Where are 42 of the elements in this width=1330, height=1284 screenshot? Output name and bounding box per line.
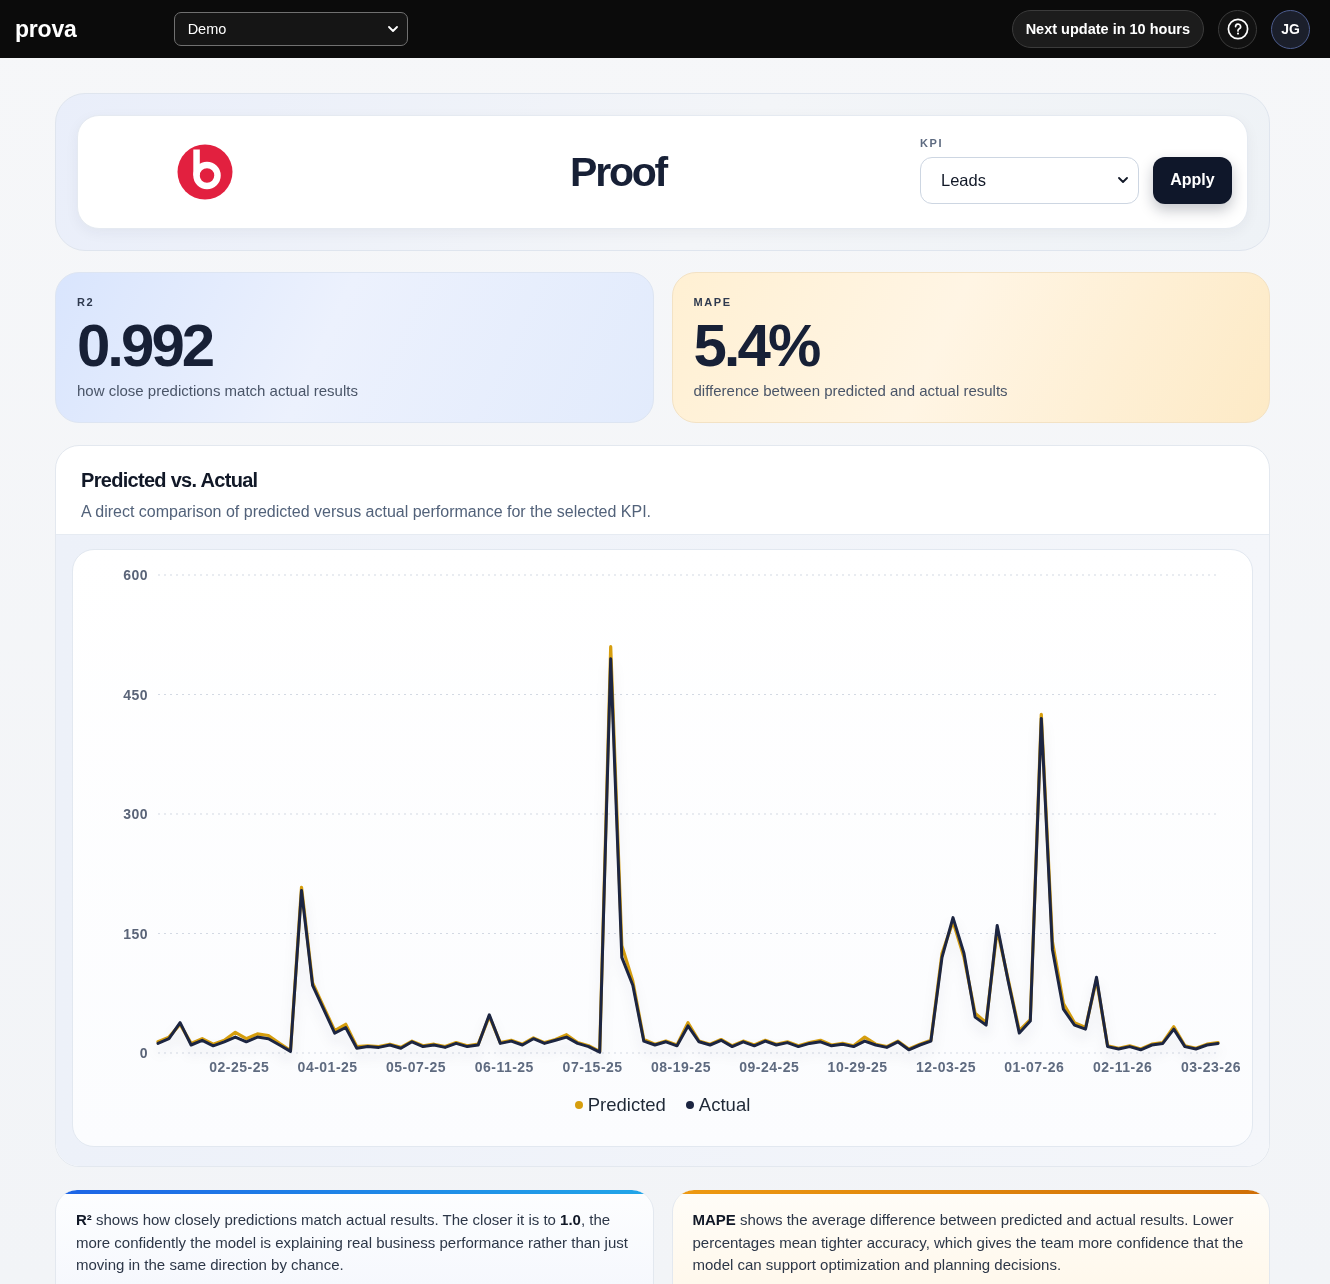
legend-label: Actual (698, 1093, 751, 1117)
metric-label: MAPE (693, 295, 732, 309)
brand-name: prova (15, 15, 77, 43)
x-axis-label: 02-11-26 (1092, 1059, 1152, 1075)
metric-label: R2 (77, 295, 95, 309)
apply-button[interactable]: Apply (1153, 156, 1232, 204)
metric-value: 0.992 (77, 316, 213, 376)
x-axis-label: 09-24-25 (738, 1059, 799, 1075)
kpi-select[interactable]: Leads (920, 156, 1139, 204)
y-axis-label: 150 (122, 925, 148, 942)
user-avatar[interactable]: JG (1271, 9, 1310, 49)
x-axis-label: 05-07-25 (385, 1059, 446, 1075)
x-axis-label: 04-01-25 (297, 1059, 358, 1075)
info-text: R² shows how closely predictions match actual results. The closer it is to 1.0, the more confidently the model is explaining real business performance rather than just moving in the same direction by chance. (76, 1210, 629, 1275)
info-text: MAPE shows the average difference between predicted and actual results. Lower percentages mean tighter accuracy, which gives the team more confidence that the model can support optimization and planning decisions. (692, 1210, 1245, 1275)
x-axis-label: 12-03-25 (915, 1059, 976, 1075)
y-axis-label: 600 (122, 567, 148, 583)
x-axis-label: 07-15-25 (562, 1059, 623, 1075)
update-status-button[interactable]: Next update in 10 hours (1011, 10, 1204, 48)
page-title: Proof (570, 148, 667, 196)
y-axis-label: 450 (122, 686, 148, 703)
metric-description: difference between predicted and actual results (693, 381, 1008, 401)
x-axis-label: 02-25-25 (208, 1059, 269, 1075)
help-icon (1226, 18, 1249, 40)
kpi-label: KPI (920, 136, 944, 150)
y-axis-label: 0 (139, 1045, 148, 1061)
x-axis-label: 10-29-25 (827, 1059, 888, 1075)
x-axis-label: 08-19-25 (650, 1059, 711, 1075)
metric-description: how close predictions match actual results (77, 381, 358, 401)
chevron-icon (387, 26, 398, 32)
metric-value: 5.4% (693, 316, 819, 376)
chevron-icon (1118, 177, 1128, 183)
y-axis-label: 300 (122, 806, 148, 822)
chart-subtitle: A direct comparison of predicted versus actual performance for the selected KPI. (81, 502, 652, 522)
chart-title: Predicted vs. Actual (81, 468, 258, 492)
help-button[interactable] (1218, 9, 1257, 49)
legend-label: Predicted (587, 1093, 666, 1117)
x-axis-label: 01-07-26 (1003, 1059, 1064, 1075)
workspace-select[interactable]: Demo (173, 12, 408, 46)
brand-logo-icon (177, 144, 233, 200)
x-axis-label: 06-11-25 (474, 1059, 534, 1075)
x-axis-label: 03-23-26 (1180, 1059, 1241, 1075)
